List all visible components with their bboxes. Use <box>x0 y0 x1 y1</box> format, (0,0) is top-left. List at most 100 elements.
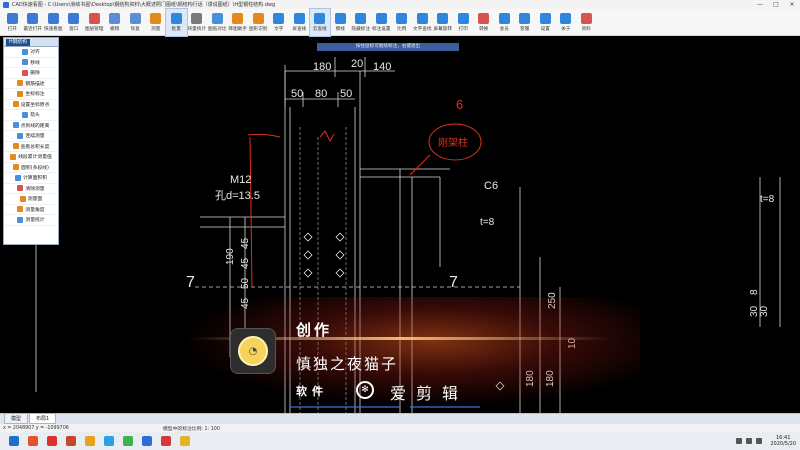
ribbon-button-label: 批量 <box>171 27 181 32</box>
ribbon-button-label: 擦线 <box>335 27 345 32</box>
ribbon-button-7[interactable]: 测量 <box>146 9 167 36</box>
cad-icon[interactable] <box>142 436 152 446</box>
ribbon-tool-icon <box>150 13 162 24</box>
wps-icon[interactable] <box>47 436 57 446</box>
ribbon-button-10[interactable]: 图纸对比 <box>207 9 228 36</box>
ribbon-button-4[interactable]: 图层管理 <box>84 9 105 36</box>
ribbon-button-17[interactable]: 隐藏标注 <box>351 9 372 36</box>
ribbon-button-24[interactable]: 会员 <box>494 9 515 36</box>
ribbon-button-18[interactable]: 标注设置 <box>371 9 392 36</box>
measure-tool-icon <box>22 69 29 76</box>
ribbon-button-22[interactable]: 打印 <box>453 9 474 36</box>
ribbon-button-20[interactable]: 文字查找 <box>412 9 433 36</box>
ribbon-button-8[interactable]: 批量 <box>165 8 188 37</box>
system-tray: 16:41 2020/5/20 <box>732 432 796 450</box>
panel-item[interactable]: 测量统计 <box>4 215 58 226</box>
ribbon-button-13[interactable]: 文字 <box>269 9 290 36</box>
measure-tool-panel: H钢结构 对齐 移线 删除 钢筋描述坐标标注设置坐标原点 箭头 点到线的距离 连续测量查看总… <box>3 37 59 245</box>
panel-item-label: 查看总积长度 <box>20 144 50 150</box>
ribbon-button-label: 图形识别 <box>249 27 268 32</box>
measure-tool-icon <box>17 80 24 87</box>
ribbon-tool-icon <box>519 13 531 24</box>
panel-item[interactable]: 查看总积长度 <box>4 142 58 152</box>
video-icon[interactable] <box>85 436 95 446</box>
ppt-icon[interactable] <box>66 436 76 446</box>
volume-icon[interactable] <box>746 438 753 444</box>
ribbon-tool-icon <box>498 13 510 24</box>
panel-item-label: 坐标标注 <box>25 92 45 98</box>
panel-item[interactable]: 点到线的距离 <box>4 121 58 131</box>
ribbon-button-21[interactable]: 屏幕旋转 <box>433 9 454 36</box>
ribbon-button-1[interactable]: 最近打开 <box>23 9 44 36</box>
clock-date: 2020/5/20 <box>770 441 796 447</box>
ribbon-button-0[interactable]: 打开 <box>2 9 23 36</box>
panel-item[interactable]: 计算面积积 <box>4 173 58 184</box>
input-method-icon[interactable] <box>756 438 763 444</box>
panel-item[interactable]: 移线 <box>4 58 58 68</box>
panel-item[interactable]: 线段累计测量值 <box>4 152 58 163</box>
status-bar: x = 2048907 y = -1099706 模型中的标注比例: 1: 10… <box>0 424 800 432</box>
ribbon-button-label: 图纸对比 <box>208 27 227 32</box>
measure-tool-icon <box>22 59 29 66</box>
music-icon[interactable] <box>161 436 171 446</box>
close-button[interactable]: ✕ <box>784 0 800 9</box>
ribbon-button-11[interactable]: 降图助手 <box>228 9 249 36</box>
watermark-software-label: 软件 <box>296 385 328 398</box>
ribbon-button-19[interactable]: 比例 <box>392 9 413 36</box>
measure-tool-icon <box>22 111 29 118</box>
ribbon-button-28[interactable]: 资料 <box>576 9 597 36</box>
wechat-icon[interactable] <box>123 436 133 446</box>
ribbon-button-2[interactable]: 快速看图 <box>43 9 64 36</box>
ribbon-button-6[interactable]: 恢复 <box>125 9 146 36</box>
clock[interactable]: 16:41 2020/5/20 <box>770 435 796 447</box>
qq-icon[interactable] <box>104 436 114 446</box>
measure-tool-icon <box>10 153 17 160</box>
ribbon-button-16[interactable]: 擦线 <box>330 9 351 36</box>
panel-tab[interactable]: H钢结构 <box>6 38 30 46</box>
panel-item[interactable]: 删除 <box>4 68 58 79</box>
ribbon-button-23[interactable]: 转换 <box>474 9 495 36</box>
start-icon[interactable] <box>9 436 19 446</box>
panel-item[interactable]: 钢筋描述 <box>4 79 58 89</box>
ribbon-button-12[interactable]: 图形识别 <box>248 9 269 36</box>
ribbon-button-label: 屏幕旋转 <box>433 27 452 32</box>
panel-item[interactable]: 设置坐标原点 <box>4 100 58 110</box>
panel-item[interactable]: 面积(多段线) <box>4 163 58 173</box>
panel-item-label: 面积(多段线) <box>21 165 49 171</box>
ribbon-button-label: 设置 <box>540 27 550 32</box>
panel-item-label: 计算面积积 <box>23 176 47 182</box>
ribbon-button-9[interactable]: 块量统计 <box>187 9 208 36</box>
annotation-scale[interactable]: 模型中的标注比例: 1: 100 <box>163 425 220 432</box>
ribbon-button-3[interactable]: 窗口 <box>64 9 85 36</box>
layout-tabs: 模型 布局1 <box>0 413 800 424</box>
panel-item[interactable]: 连续测量 <box>4 131 58 142</box>
ribbon-button-25[interactable]: 客服 <box>515 9 536 36</box>
panel-item[interactable]: 清除测量 <box>4 184 58 194</box>
tab-layout1[interactable]: 布局1 <box>29 413 57 424</box>
folder-icon[interactable] <box>180 436 190 446</box>
network-icon[interactable] <box>736 438 743 444</box>
panel-item[interactable]: 坐标标注 <box>4 89 58 100</box>
film-reel-icon: ✻ <box>356 381 374 399</box>
dim-20: 20 <box>351 58 363 70</box>
ribbon-button-27[interactable]: 关于 <box>556 9 577 36</box>
tab-model[interactable]: 模型 <box>4 413 29 424</box>
browser-icon[interactable] <box>28 436 38 446</box>
watermark-author: 慎独之夜猫子 <box>296 355 399 373</box>
maximize-button[interactable]: □ <box>768 0 784 9</box>
ribbon-tool-icon <box>88 13 100 24</box>
ribbon-button-15[interactable]: 云查线 <box>308 8 331 37</box>
ribbon-button-label: 关于 <box>561 27 571 32</box>
ribbon-button-14[interactable]: 屏查线 <box>289 9 310 36</box>
ribbon-tool-icon <box>539 13 551 24</box>
ribbon-tool-icon <box>314 13 326 24</box>
drawing-canvas[interactable]: 180 20 140 50 80 50 M12 孔d=13.5 C6 t=8 t… <box>0 37 800 413</box>
panel-item[interactable]: 箭头 <box>4 110 58 121</box>
panel-item[interactable]: 对齐 <box>4 47 58 58</box>
ribbon-button-5[interactable]: 撤销 <box>105 9 126 36</box>
panel-item[interactable]: 测量角度 <box>4 205 58 215</box>
minimize-button[interactable]: — <box>752 0 768 9</box>
panel-item[interactable]: 测量面 <box>4 194 58 205</box>
ribbon-button-26[interactable]: 设置 <box>535 9 556 36</box>
ribbon-tool-icon <box>478 13 490 24</box>
